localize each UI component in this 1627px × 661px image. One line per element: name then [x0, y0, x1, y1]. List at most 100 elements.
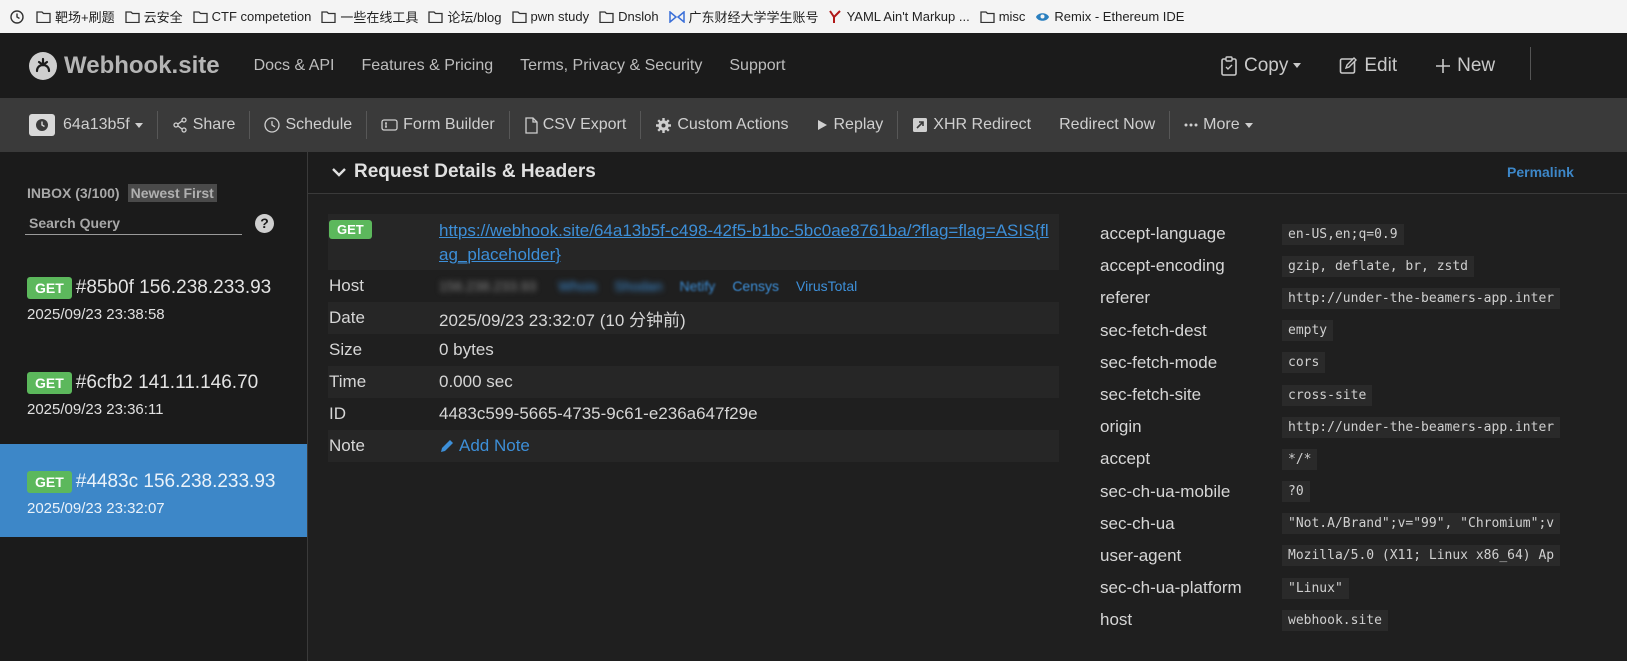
add-note-link[interactable]: Add Note	[439, 436, 1059, 456]
bookmark-item[interactable]: misc	[980, 9, 1025, 24]
request-id-ip: #4483c 156.238.233.93	[75, 471, 276, 492]
xhr-redirect-label: XHR Redirect	[933, 116, 1032, 133]
edit-button[interactable]: Edit	[1339, 55, 1397, 77]
header-row: sec-ch-ua "Not.A/Brand";v="99", "Chromium…	[1100, 508, 1627, 540]
detail-label: Time	[329, 372, 367, 391]
bookmark-label: 论坛/blog	[447, 10, 502, 25]
top-header: Webhook.site Docs & API Features & Prici…	[0, 33, 1627, 98]
search-input[interactable]: Search Query	[25, 212, 242, 235]
request-details-table: GET https://webhook.site/64a13b5f-c498-4…	[328, 214, 1059, 462]
folder-icon	[980, 10, 995, 23]
bookmark-item[interactable]: 广东财经大学学生账号	[668, 7, 819, 26]
nav-terms-privacy[interactable]: Terms, Privacy & Security	[520, 57, 702, 75]
detail-value: 4483c599-5665-4735-9c61-e236a647f29e	[439, 404, 758, 423]
detail-row-id: ID 4483c599-5665-4735-9c61-e236a647f29e	[328, 398, 1059, 430]
copy-button[interactable]: Copy	[1220, 54, 1302, 77]
header-value: en-US,en;q=0.9	[1282, 223, 1404, 245]
bookmark-item[interactable]: 云安全	[124, 7, 183, 26]
bookmarks-bar: 靶场+刷题 云安全 CTF competetion 一些在线工具 论坛/blog pwn …	[0, 0, 1627, 33]
request-id-ip: #6cfb2 141.11.146.70	[75, 372, 259, 393]
header-value: gzip, deflate, br, zstd	[1282, 255, 1475, 277]
action-toolbar: 64a13b5f Share Schedule Form Builder CSV…	[0, 98, 1627, 152]
header-row: referer http://under-the-beamers-app.inte…	[1100, 282, 1627, 314]
header-key: sec-ch-ua-platform	[1100, 578, 1242, 598]
history-icon[interactable]	[10, 9, 24, 24]
header-divider	[1530, 47, 1531, 80]
header-value: http://under-the-beamers-app.inter	[1282, 287, 1561, 309]
add-note-label: Add Note	[459, 436, 530, 455]
header-value: webhook.site	[1282, 609, 1388, 631]
header-value: http://under-the-beamers-app.inter	[1282, 416, 1561, 438]
request-url-link[interactable]: https://webhook.site/64a13b5f-c498-42f5-…	[439, 219, 1059, 267]
permalink-link[interactable]: Permalink	[1507, 164, 1574, 180]
yaml-icon	[828, 9, 843, 24]
clock-icon	[29, 114, 55, 136]
request-item[interactable]: GET #85b0f 156.238.233.93 2025/09/23 23:3…	[0, 250, 307, 343]
detail-label: Size	[329, 340, 363, 359]
replay-button[interactable]: Replay	[802, 110, 897, 140]
request-id-ip: #85b0f 156.238.233.93	[75, 277, 272, 298]
virustotal-link[interactable]: VirusTotal	[796, 278, 857, 294]
more-label: More	[1203, 116, 1240, 133]
bookmark-item[interactable]: 论坛/blog	[428, 7, 502, 26]
header-key: sec-ch-ua	[1100, 513, 1175, 533]
detail-row-time: Time 0.000 sec	[328, 366, 1059, 398]
schedule-button[interactable]: Schedule	[250, 110, 366, 140]
request-item-selected[interactable]: GET #4483c 156.238.233.93 2025/09/23 23:3…	[0, 444, 307, 537]
request-item[interactable]: GET #6cfb2 141.11.146.70 2025/09/23 23:36…	[0, 345, 307, 438]
bookmark-item[interactable]: YAML Ain't Markup ...	[828, 9, 970, 24]
header-value: */*	[1282, 448, 1318, 470]
request-time: 2025/09/23 23:36:11	[27, 401, 164, 418]
new-button[interactable]: New	[1435, 55, 1495, 77]
copy-label: Copy	[1244, 54, 1289, 76]
pencil-icon	[439, 438, 455, 454]
redirect-now-button[interactable]: Redirect Now	[1045, 110, 1169, 140]
form-builder-button[interactable]: Form Builder	[367, 110, 509, 140]
remix-icon	[1035, 10, 1050, 23]
header-key: sec-ch-ua-mobile	[1100, 481, 1231, 501]
bookmark-item[interactable]: CTF competetion	[192, 9, 311, 24]
header-row: sec-fetch-mode cors	[1100, 347, 1627, 379]
token-dropdown[interactable]: 64a13b5f	[0, 110, 157, 140]
sort-toggle[interactable]: Newest First	[127, 184, 217, 202]
csv-export-button[interactable]: CSV Export	[510, 110, 641, 140]
bookmark-label: Dnsloh	[618, 9, 659, 24]
custom-actions-button[interactable]: Custom Actions	[641, 110, 802, 140]
plus-icon	[1435, 58, 1451, 74]
folder-icon	[428, 10, 443, 23]
ellipsis-icon	[1184, 123, 1198, 127]
nav-docs-api[interactable]: Docs & API	[254, 57, 335, 75]
bookmark-item[interactable]: pwn study	[511, 9, 590, 24]
section-header[interactable]: Request Details & Headers Permalink	[308, 152, 1627, 194]
censys-link[interactable]: Censys	[732, 278, 779, 294]
bookmark-label: pwn study	[530, 9, 590, 24]
bookmark-item[interactable]: Remix - Ethereum IDE	[1035, 9, 1184, 24]
header-value: "Not.A/Brand";v="99", "Chromium";v	[1282, 513, 1561, 535]
whois-link[interactable]: Whois	[558, 278, 597, 294]
bookmark-item[interactable]: 一些在线工具	[321, 7, 418, 26]
more-dropdown[interactable]: More	[1170, 110, 1266, 140]
request-time: 2025/09/23 23:32:07	[27, 500, 165, 517]
webhook-logo-icon	[28, 51, 58, 81]
help-icon[interactable]: ?	[255, 214, 274, 233]
share-button[interactable]: Share	[158, 110, 250, 140]
method-badge: GET	[27, 372, 72, 394]
main-nav: Docs & API Features & Pricing Terms, Pri…	[254, 57, 813, 75]
method-badge: GET	[27, 471, 72, 493]
bookmark-item[interactable]: Dnsloh	[599, 9, 659, 24]
bookmark-item[interactable]: 靶场+刷题	[36, 7, 115, 26]
netify-link[interactable]: Netify	[680, 278, 716, 294]
logo[interactable]: Webhook.site	[28, 51, 220, 81]
shodan-link[interactable]: Shodan	[614, 278, 662, 294]
header-value: cross-site	[1282, 384, 1373, 406]
header-row: sec-fetch-dest empty	[1100, 315, 1627, 347]
share-label: Share	[192, 116, 236, 133]
request-headers-table: accept-language en-US,en;q=0.9 accept-enco…	[1100, 218, 1627, 636]
bowtie-icon	[668, 10, 685, 23]
header-key: user-agent	[1100, 545, 1182, 565]
nav-features-pricing[interactable]: Features & Pricing	[362, 57, 494, 75]
nav-support[interactable]: Support	[729, 57, 785, 75]
bookmark-label: 一些在线工具	[340, 10, 419, 25]
header-key: origin	[1100, 417, 1142, 437]
xhr-redirect-button[interactable]: XHR Redirect	[898, 110, 1045, 140]
